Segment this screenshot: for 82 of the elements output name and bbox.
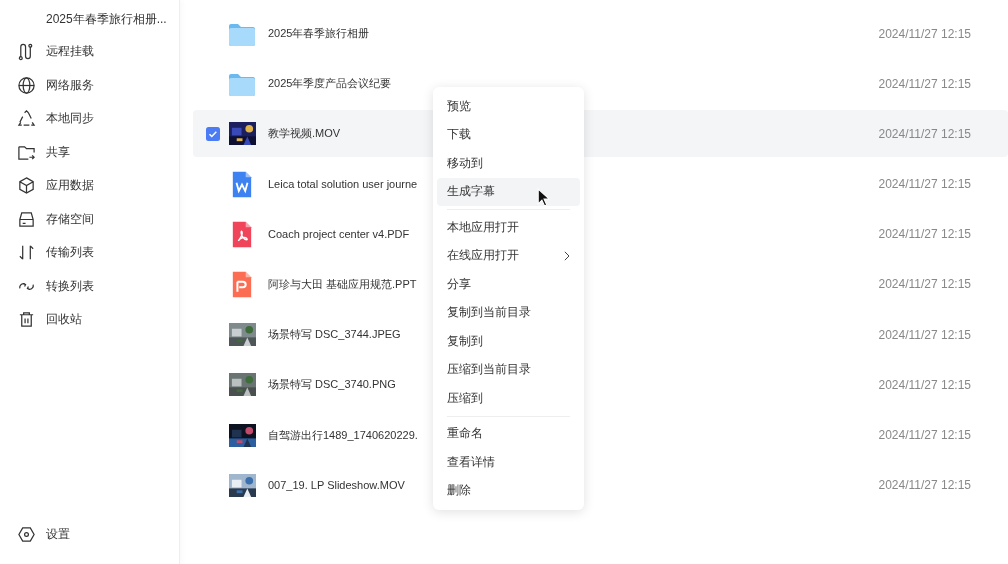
menu-label: 分享 [447, 275, 471, 293]
menu-item[interactable]: 重命名 [437, 419, 580, 448]
menu-item[interactable]: 复制到 [437, 327, 580, 356]
menu-label: 压缩到 [447, 389, 483, 407]
recycle-icon [17, 109, 36, 129]
sidebar-item[interactable]: 本地同步 [0, 102, 179, 136]
modified-date: 2024/11/27 12:15 [878, 377, 971, 392]
menu-label: 删除 [447, 482, 471, 500]
modified-date: 2024/11/27 12:15 [878, 277, 971, 292]
sidebar-label: 回收站 [46, 311, 82, 329]
menu-label: 下载 [447, 126, 471, 144]
pdf-document-icon [231, 220, 253, 248]
modified-date: 2024/11/27 12:15 [878, 76, 971, 91]
sidebar-label: 远程挂载 [46, 43, 94, 61]
folder-icon [228, 71, 256, 96]
modified-date: 2024/11/27 12:15 [878, 227, 971, 242]
menu-label: 在线应用打开 [447, 247, 519, 265]
sidebar-label: 传输列表 [46, 244, 94, 262]
settings-item[interactable]: 设置 [0, 517, 179, 551]
menu-label: 复制到当前目录 [447, 304, 531, 322]
sidebar-label: 本地同步 [46, 110, 94, 128]
menu-item[interactable]: 复制到当前目录 [437, 298, 580, 327]
menu-item[interactable]: 查看详情 [437, 448, 580, 477]
file-name: 自驾游出行1489_1740620229. [268, 427, 418, 443]
menu-label: 查看详情 [447, 453, 495, 471]
sidebar-item[interactable]: 远程挂载 [0, 35, 179, 69]
sidebar-label: 存储空间 [46, 210, 94, 228]
sidebar-label: 网络服务 [46, 76, 94, 94]
folder-icon [228, 21, 256, 46]
menu-label: 复制到 [447, 332, 483, 350]
mouse-cursor-icon [537, 187, 550, 207]
sidebar-item[interactable]: 网络服务 [0, 68, 179, 102]
menu-item[interactable]: 本地应用打开 [437, 213, 580, 242]
file-name: 场景特写 DSC_3740.PNG [268, 377, 396, 393]
menu-label: 预览 [447, 97, 471, 115]
sidebar-item[interactable]: 传输列表 [0, 236, 179, 270]
file-name: Coach project center v4.PDF [268, 228, 410, 241]
modified-date: 2024/11/27 12:15 [878, 428, 971, 442]
menu-label: 重命名 [447, 425, 483, 443]
menu-label: 压缩到当前目录 [447, 361, 531, 379]
menu-item[interactable]: 移动到 [437, 149, 580, 178]
menu-item[interactable]: 分享 [437, 270, 580, 299]
sidebar-item[interactable]: 转换列表 [0, 269, 179, 303]
menu-item[interactable]: 预览 [437, 92, 580, 121]
menu-label: 移动到 [447, 154, 483, 172]
menu-item[interactable]: 压缩到 [437, 384, 580, 413]
sidebar-item[interactable]: 共享 [0, 135, 179, 169]
sidebar-label: 应用数据 [46, 177, 94, 195]
modified-date: 2024/11/27 12:15 [878, 327, 971, 342]
checkbox[interactable] [206, 126, 220, 141]
word-document-icon [231, 170, 253, 198]
menu-item[interactable]: 在线应用打开 [437, 241, 580, 270]
cube-icon [17, 176, 36, 196]
drive-icon [17, 209, 36, 229]
settings-icon [17, 524, 36, 544]
modified-date: 2024/11/27 12:15 [878, 478, 971, 493]
file-name: Leica total solution user journe [268, 178, 418, 191]
sidebar-label: 转换列表 [46, 277, 94, 295]
file-name: 2025年季度产品会议纪要 [268, 76, 392, 92]
menu-item[interactable]: 下载 [437, 120, 580, 149]
presentation-document-icon [231, 270, 253, 298]
globe-icon [17, 75, 36, 95]
modified-date: 2024/11/27 12:15 [878, 177, 971, 192]
sidebar-label: 设置 [46, 525, 70, 543]
trash-icon [17, 310, 36, 330]
menu-label: 生成字幕 [447, 183, 495, 201]
file-name: 教学视频.MOV [268, 126, 341, 142]
sidebar-item[interactable]: 应用数据 [0, 169, 179, 203]
menu-item[interactable]: 删除 [437, 476, 580, 505]
modified-date: 2024/11/27 12:15 [878, 26, 971, 41]
file-name: 场景特写 DSC_3744.JPEG [268, 327, 401, 343]
sidebar-label: 共享 [46, 143, 70, 161]
modified-date: 2024/11/27 12:15 [878, 126, 971, 141]
file-name: 007_19. LP Slideshow.MOV [268, 479, 405, 492]
folder-title: 2025年春季旅行相册... [45, 11, 168, 28]
file-name: 阿珍与大田 基础应用规范.PPT [268, 276, 417, 292]
menu-item[interactable]: 压缩到当前目录 [437, 355, 580, 384]
file-name: 2025年春季旅行相册 [268, 26, 370, 41]
sidebar-item[interactable]: 回收站 [0, 303, 179, 337]
menu-label: 本地应用打开 [447, 218, 519, 236]
sidebar-item[interactable]: 存储空间 [0, 202, 179, 236]
menu-item[interactable]: 生成字幕 [437, 177, 580, 206]
